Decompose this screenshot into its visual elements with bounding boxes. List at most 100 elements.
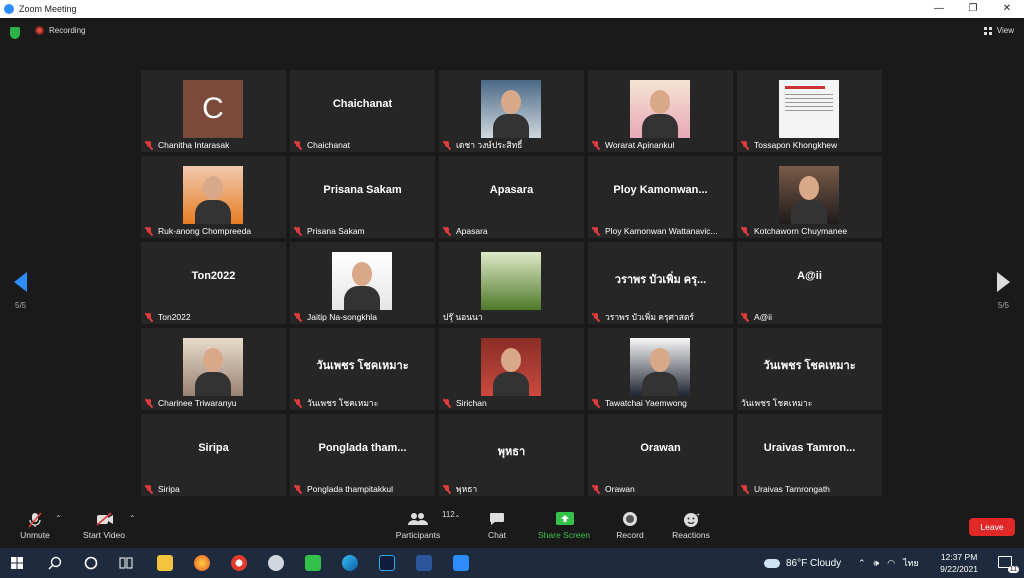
unmute-button[interactable]: Unmute <box>14 512 56 540</box>
participant-name-label: Ponglada thampitakkul <box>294 483 393 495</box>
participant-tile[interactable]: ปรุ๊ นอนนา <box>439 242 584 324</box>
participant-tile[interactable]: Uraivas Tamron... Uraivas Tamrongath <box>737 414 882 496</box>
participant-tile[interactable]: Tossapon Khongkhew <box>737 70 882 152</box>
minimize-button[interactable]: — <box>922 0 956 18</box>
input-language[interactable]: ไทย <box>903 556 919 570</box>
recording-indicator[interactable]: Recording <box>35 26 85 35</box>
record-dot-icon <box>35 26 44 35</box>
participant-video <box>332 252 392 310</box>
participant-tile[interactable]: พุหธา พุหธา <box>439 414 584 496</box>
muted-mic-icon <box>145 140 153 150</box>
chrome-icon[interactable] <box>231 555 247 571</box>
participant-name-label: Apasara <box>443 225 488 237</box>
participant-name: วันเพชร โชคเหมาะ <box>741 398 813 408</box>
edge-icon[interactable] <box>342 555 358 571</box>
participants-button[interactable]: 112 Participants <box>392 510 455 540</box>
participant-name-label: วราพร บัวเพิ่ม ครุศาสตร์ <box>592 311 694 323</box>
muted-mic-icon <box>741 484 749 494</box>
video-options-chevron-icon[interactable]: ⌃ <box>129 514 136 523</box>
share-screen-button[interactable]: Share Screen <box>535 512 593 540</box>
tray-chevron-icon[interactable]: ⌃ <box>858 558 866 569</box>
participant-tile[interactable]: เดชา วงษ์ประสิทธิ์ <box>439 70 584 152</box>
security-shield-icon[interactable] <box>10 27 20 39</box>
participant-name-label: เดชา วงษ์ประสิทธิ์ <box>443 139 522 151</box>
participant-tile[interactable]: Prisana Sakam Prisana Sakam <box>290 156 435 238</box>
volume-icon[interactable]: 🕪 <box>874 558 880 569</box>
participant-tile[interactable]: Siripa Siripa <box>141 414 286 496</box>
participant-name-label: Siripa <box>145 483 180 495</box>
participant-tile[interactable]: Ruk-anong Chompreeda <box>141 156 286 238</box>
participant-tile[interactable]: วันเพชร โชคเหมาะ วันเพชร โชคเหมาะ <box>290 328 435 410</box>
muted-mic-icon <box>27 512 43 528</box>
participant-name: Siripa <box>158 484 180 494</box>
window-title: Zoom Meeting <box>19 4 77 14</box>
line-icon[interactable] <box>305 555 321 571</box>
firefox-icon[interactable] <box>194 555 210 571</box>
participant-tile[interactable]: Chaichanat Chaichanat <box>290 70 435 152</box>
participant-tile[interactable]: Ton2022 Ton2022 <box>141 242 286 324</box>
audio-options-chevron-icon[interactable]: ⌃ <box>55 514 62 523</box>
participant-tile[interactable]: วราพร บัวเพิ่ม ครุ... วราพร บัวเพิ่ม ครุศ… <box>588 242 733 324</box>
participant-display-name: Ploy Kamonwan... <box>613 184 708 196</box>
share-screen-label: Share Screen <box>538 530 590 540</box>
wifi-icon[interactable]: ◠ <box>887 558 895 569</box>
participant-tile[interactable]: Tawatchai Yaemwong <box>588 328 733 410</box>
participant-name-label: Worarat Apinankul <box>592 139 674 151</box>
participant-name-label: Sirichan <box>443 397 487 409</box>
view-button[interactable]: View <box>983 26 1014 35</box>
muted-mic-icon <box>741 140 749 150</box>
word-icon[interactable] <box>416 555 432 571</box>
participant-tile[interactable]: Ponglada tham... Ponglada thampitakkul <box>290 414 435 496</box>
participant-tile[interactable]: วันเพชร โชคเหมาะ วันเพชร โชคเหมาะ <box>737 328 882 410</box>
reactions-button[interactable]: + Reactions <box>669 512 713 540</box>
participant-tile[interactable]: Apasara Apasara <box>439 156 584 238</box>
prev-page-arrow-icon[interactable] <box>14 272 27 292</box>
participant-tile[interactable]: Orawan Orawan <box>588 414 733 496</box>
participant-name: Tossapon Khongkhew <box>754 140 838 150</box>
muted-mic-icon <box>443 226 451 236</box>
muted-mic-icon <box>592 140 600 150</box>
photoshop-icon[interactable] <box>379 555 395 571</box>
muted-mic-icon <box>443 140 451 150</box>
svg-text:+: + <box>696 512 700 519</box>
chat-button[interactable]: Chat <box>483 512 511 540</box>
zoom-app-icon <box>4 4 14 14</box>
participants-label: Participants <box>395 530 441 540</box>
record-button[interactable]: Record <box>612 512 648 540</box>
taskbar-clock[interactable]: 12:37 PM 9/22/2021 <box>940 551 978 575</box>
file-explorer-icon[interactable] <box>157 555 173 571</box>
participant-tile[interactable]: A@ii A@ii <box>737 242 882 324</box>
restore-button[interactable]: ❐ <box>956 0 990 18</box>
clock-time: 12:37 PM <box>940 552 978 562</box>
participant-name: วราพร บัวเพิ่ม ครุศาสตร์ <box>605 312 694 322</box>
windows-start-icon[interactable] <box>11 557 23 569</box>
participant-tile[interactable]: Ploy Kamonwan... Ploy Kamonwan Wattanavic… <box>588 156 733 238</box>
leave-button[interactable]: Leave <box>969 518 1015 536</box>
participant-name: พุหธา <box>456 484 478 494</box>
participant-name: ปรุ๊ นอนนา <box>443 312 483 322</box>
muted-mic-icon <box>145 312 153 322</box>
participant-tile[interactable]: Sirichan <box>439 328 584 410</box>
participant-tile[interactable]: Kotchaworn Chuymanee <box>737 156 882 238</box>
notifications-icon[interactable]: 11 <box>998 556 1019 573</box>
participants-chevron-icon[interactable]: ⌃ <box>454 514 461 523</box>
search-icon[interactable] <box>48 556 62 570</box>
participant-name-label: Ruk-anong Chompreeda <box>145 225 251 237</box>
weather-widget[interactable]: 86°F Cloudy <box>764 548 841 578</box>
task-view-icon[interactable] <box>119 556 133 570</box>
participant-name: Worarat Apinankul <box>605 140 675 150</box>
next-page-arrow-icon[interactable] <box>997 272 1010 292</box>
participant-tile[interactable]: Worarat Apinankul <box>588 70 733 152</box>
participant-video <box>481 252 541 310</box>
start-video-button[interactable]: Start Video <box>78 512 130 540</box>
participant-display-name: วราพร บัวเพิ่ม ครุ... <box>614 274 707 286</box>
muted-mic-icon <box>294 140 302 150</box>
close-button[interactable]: ✕ <box>990 0 1024 18</box>
app-icon[interactable] <box>268 555 284 571</box>
participant-tile[interactable]: C Chanitha Intarasak <box>141 70 286 152</box>
participant-tile[interactable]: Jaitip Na-songkhla <box>290 242 435 324</box>
cortana-icon[interactable] <box>84 556 98 570</box>
participant-tile[interactable]: Charinee Triwaranyu <box>141 328 286 410</box>
participant-name-label: Uraivas Tamrongath <box>741 483 830 495</box>
zoom-taskbar-icon[interactable] <box>453 555 469 571</box>
